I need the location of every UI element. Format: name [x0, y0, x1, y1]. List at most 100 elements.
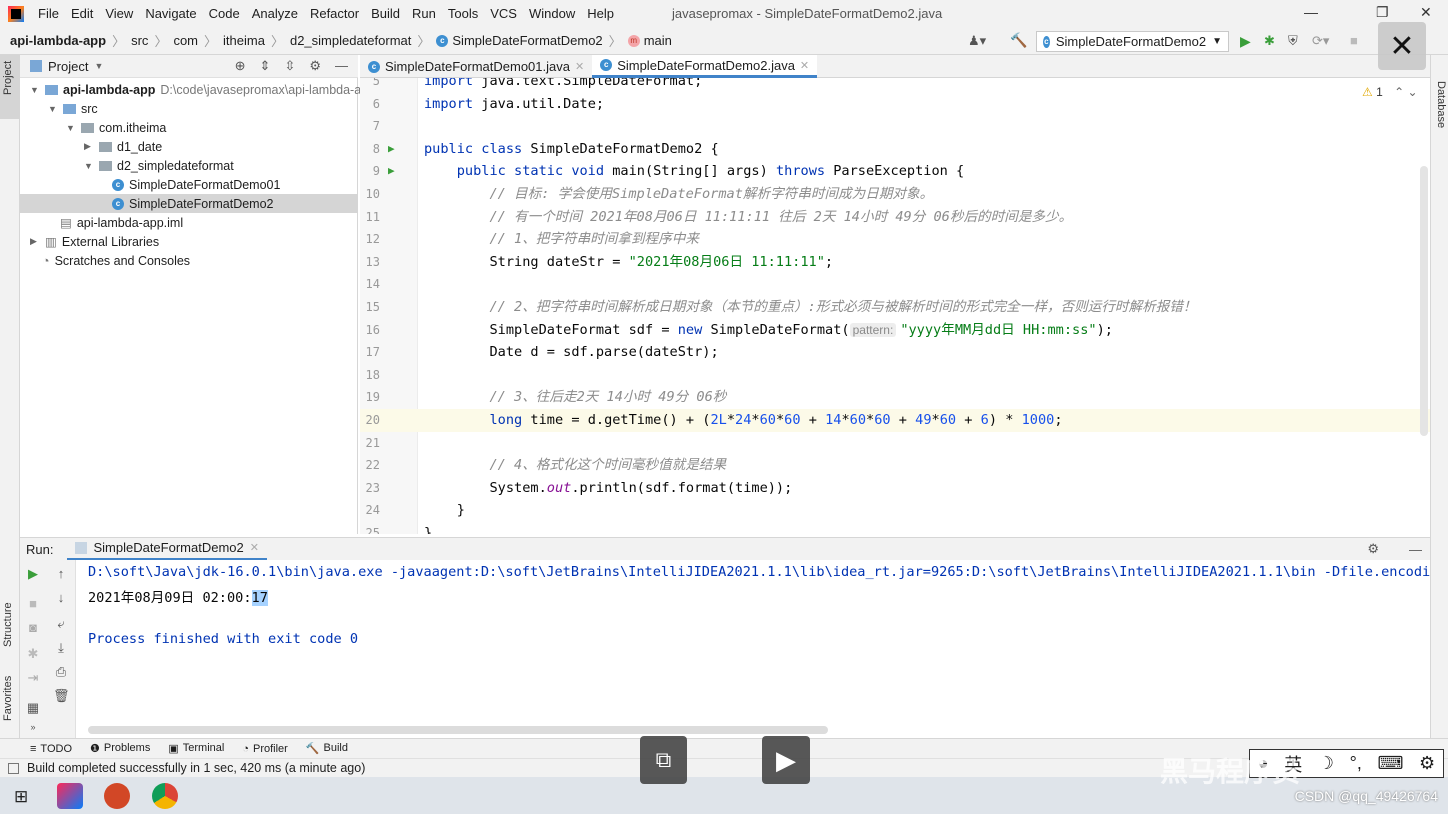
project-stripe-label[interactable]: Project [2, 61, 14, 95]
breadcrumb-item[interactable]: com [173, 33, 198, 48]
hide-icon[interactable]: — [335, 58, 348, 74]
arrow-down-icon[interactable]: ↓ [53, 590, 69, 605]
breadcrumb-item[interactable]: m main [627, 33, 672, 48]
debug-icon[interactable]: ✱ [25, 646, 41, 662]
stop-icon[interactable]: ■ [1350, 33, 1358, 48]
picture-in-picture-button[interactable]: ⧉ [640, 736, 687, 784]
restore-button[interactable]: ❐ [1376, 4, 1389, 21]
coverage-icon[interactable]: ⛨ [1288, 33, 1298, 49]
status-toggle-icon[interactable] [8, 762, 19, 774]
project-view-select[interactable]: Project [48, 59, 88, 74]
moon-icon[interactable]: ☽ [1318, 753, 1334, 774]
chevron-down-icon[interactable]: ▼ [94, 61, 103, 71]
inspection-widget[interactable]: ⚠ 1 ⌃ ⌄ [1362, 85, 1418, 99]
breadcrumb-item[interactable]: src [131, 33, 148, 48]
chevron-right-icon[interactable]: ▶ [30, 236, 40, 247]
editor-scrollbar[interactable] [1420, 166, 1428, 436]
run-gutter-icon[interactable]: ▶ [388, 160, 395, 183]
keyboard-icon[interactable]: ⌨ [1377, 753, 1403, 774]
gear-icon[interactable]: ⚙ [1367, 541, 1379, 557]
tree-item-lib[interactable]: ▶ ▥ External Libraries [30, 232, 159, 251]
run-configuration-select[interactable]: c SimpleDateFormatDemo2 ▼ [1036, 31, 1229, 52]
chevron-down-icon[interactable]: ▼ [84, 161, 94, 171]
windows-start-icon[interactable]: ⊞ [14, 787, 28, 807]
user-icon[interactable]: ♟▾ [968, 33, 986, 49]
scroll-to-end-icon[interactable]: ⤓ [53, 640, 69, 656]
hide-icon[interactable]: — [1409, 542, 1422, 557]
intellij-taskbar-icon[interactable] [57, 783, 83, 809]
layout-icon[interactable]: ▦ [25, 700, 41, 716]
menu-edit[interactable]: Edit [65, 6, 99, 21]
tool-window-profiler[interactable]: ◔ Profiler [242, 743, 288, 755]
close-icon[interactable]: ✕ [250, 541, 259, 554]
structure-stripe-label[interactable]: Structure [2, 602, 14, 647]
run-tab[interactable]: SimpleDateFormatDemo2 ✕ [67, 538, 267, 561]
gear-icon[interactable]: ⚙ [309, 58, 321, 74]
close-icon[interactable]: ✕ [800, 59, 809, 72]
locate-icon[interactable]: ⊕ [235, 58, 246, 74]
more-icon[interactable]: » [25, 722, 41, 732]
menu-analyze[interactable]: Analyze [246, 6, 304, 21]
collapse-all-icon[interactable]: ⇳ [284, 58, 295, 74]
breadcrumb-item[interactable]: c SimpleDateFormatDemo2 [436, 33, 603, 48]
trash-icon[interactable]: 🗑 [53, 688, 70, 704]
breadcrumb-item[interactable]: api-lambda-app [10, 33, 106, 48]
profile-icon[interactable]: ⟳▾ [1312, 33, 1329, 49]
menu-run[interactable]: Run [406, 6, 442, 21]
run-gutter-icon[interactable]: ▶ [388, 138, 395, 161]
close-window-button[interactable]: ✕ [1420, 4, 1432, 21]
menu-help[interactable]: Help [581, 6, 620, 21]
menu-code[interactable]: Code [203, 6, 246, 21]
close-icon[interactable]: ✕ [575, 60, 584, 73]
breadcrumb-item[interactable]: itheima [223, 33, 265, 48]
exit-icon[interactable]: ⇥ [25, 670, 41, 686]
punctuation-icon[interactable]: °, [1350, 753, 1362, 774]
close-overlay-button[interactable]: ✕ [1378, 22, 1426, 70]
tree-item-file[interactable]: ▤ api-lambda-app.iml [60, 213, 183, 232]
console-scrollbar[interactable] [88, 726, 828, 734]
database-stripe-label[interactable]: Database [1435, 81, 1447, 128]
chevron-right-icon[interactable]: ▶ [84, 141, 94, 152]
tool-window-problems[interactable]: ❶ Problems [90, 742, 150, 755]
build-hammer-icon[interactable]: 🔨 [1010, 32, 1027, 49]
tool-window-terminal[interactable]: ▣ Terminal [168, 742, 224, 755]
breadcrumb-item[interactable]: d2_simpledateformat [290, 33, 411, 48]
menu-view[interactable]: View [99, 6, 139, 21]
menu-navigate[interactable]: Navigate [139, 6, 202, 21]
menu-window[interactable]: Window [523, 6, 581, 21]
console-output[interactable]: D:\soft\Java\jdk-16.0.1\bin\java.exe -ja… [76, 560, 1430, 738]
soft-wrap-icon[interactable]: ⤶ [53, 616, 69, 632]
chrome-taskbar-icon[interactable] [152, 783, 178, 809]
play-button[interactable]: ▶ [762, 736, 810, 784]
tool-window-todo[interactable]: ≡ TODO [30, 743, 72, 755]
stop-icon[interactable]: ■ [25, 596, 41, 611]
tree-item-package[interactable]: ▶ d1_date [84, 137, 162, 156]
code-editor[interactable]: 5 import java.text.SimpleDateFormat; 6 impo… [360, 78, 1430, 534]
tree-item-src[interactable]: ▼ src [48, 99, 98, 118]
arrow-up-icon[interactable]: ↑ [53, 566, 69, 581]
tree-item-scratch[interactable]: ◔ Scratches and Consoles [42, 251, 190, 270]
tool-window-build[interactable]: 🔨 Build [306, 742, 348, 755]
tree-item-class[interactable]: c SimpleDateFormatDemo2 [20, 194, 358, 213]
minimize-button[interactable]: — [1304, 4, 1318, 20]
editor-tab[interactable]: c SimpleDateFormatDemo2.java ✕ [592, 55, 818, 78]
menu-file[interactable]: File [32, 6, 65, 21]
menu-build[interactable]: Build [365, 6, 406, 21]
camera-icon[interactable]: ◙ [25, 620, 41, 635]
tree-item-package[interactable]: ▼ com.itheima [66, 118, 166, 137]
chevron-down-icon[interactable]: ▼ [66, 123, 76, 133]
run-icon[interactable]: ▶ [1240, 33, 1251, 50]
chevron-down-icon[interactable]: ▼ [30, 85, 40, 95]
menu-tools[interactable]: Tools [442, 6, 484, 21]
print-icon[interactable]: ⎙ [53, 664, 69, 680]
tree-item-module[interactable]: ▼ api-lambda-app D:\code\javasepromax\api-… [30, 80, 361, 99]
debug-icon[interactable]: ✱ [1264, 33, 1275, 49]
favorites-stripe-label[interactable]: Favorites [2, 676, 14, 721]
gear-icon[interactable]: ⚙ [1419, 753, 1435, 774]
expand-all-icon[interactable]: ⇕ [260, 58, 271, 74]
rerun-icon[interactable]: ▶ [25, 566, 41, 582]
tree-item-class[interactable]: c SimpleDateFormatDemo01 [112, 175, 280, 194]
tree-item-package[interactable]: ▼ d2_simpledateformat [84, 156, 234, 175]
powerpoint-taskbar-icon[interactable] [104, 783, 130, 809]
menu-refactor[interactable]: Refactor [304, 6, 365, 21]
